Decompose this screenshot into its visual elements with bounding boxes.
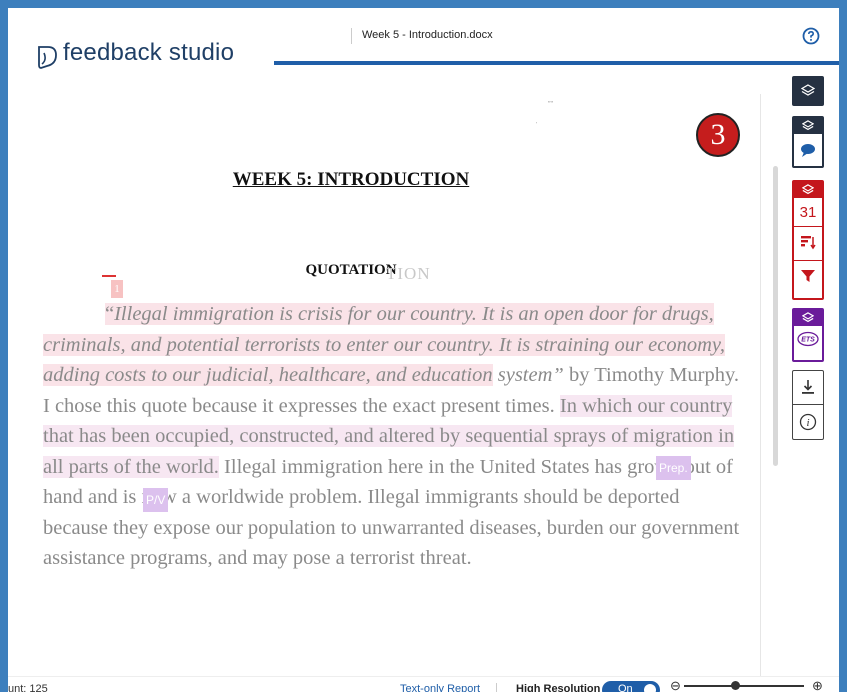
feedback-layer-group — [792, 116, 824, 168]
divider — [793, 404, 823, 405]
svg-text:ETS: ETS — [801, 337, 815, 344]
high-resolution-label: High Resolution — [516, 683, 601, 692]
side-toolbar: 31 ETS i — [785, 70, 839, 676]
match-open-quote: “ — [105, 303, 115, 325]
similarity-count[interactable]: 31 — [794, 204, 822, 221]
brand-name: feedback studio — [63, 39, 235, 66]
divider — [794, 226, 822, 227]
divider — [794, 260, 822, 261]
ets-icon[interactable]: ETS — [797, 331, 819, 347]
toggle-knob — [644, 684, 656, 692]
app-window: Week 5 - Introduction.docx feedback stud… — [8, 8, 839, 692]
title-divider — [351, 28, 352, 44]
layers-icon — [802, 184, 814, 195]
match-number-marker[interactable]: 1 — [111, 280, 123, 298]
zoom-slider-handle[interactable] — [731, 681, 740, 690]
layer-cap[interactable] — [794, 118, 822, 134]
feedback-studio-logo-icon — [38, 46, 57, 69]
similarity-layer-group: 31 — [792, 180, 824, 300]
header-rule — [274, 61, 839, 65]
layer-cap[interactable] — [794, 182, 822, 198]
zoom-out-icon[interactable]: ⊖ — [670, 678, 681, 692]
status-bar: unt: 125 Text-only Report High Resolutio… — [8, 676, 839, 692]
help-circle-icon[interactable] — [802, 27, 820, 45]
zoom-in-icon[interactable]: ⊕ — [812, 678, 823, 692]
similarity-source-badge[interactable]: 3 — [696, 113, 740, 157]
toggle-label: On — [618, 683, 633, 692]
document-viewer: '''' ' 3 WEEK 5: INTRODUCTION QUOTATION … — [8, 70, 760, 676]
quote-end: system” — [492, 364, 564, 386]
faded-mark: ' — [536, 122, 538, 128]
layer-cap[interactable] — [794, 310, 822, 326]
faded-mark: '''' — [548, 100, 554, 108]
comment-icon[interactable] — [800, 142, 816, 158]
text-only-report-link[interactable]: Text-only Report — [400, 683, 480, 692]
sort-icon[interactable] — [800, 234, 816, 250]
scrollbar-thumb[interactable] — [773, 166, 778, 466]
ets-layer-group: ETS — [792, 308, 824, 362]
grammar-tag-pv[interactable]: P/V — [143, 488, 169, 512]
subheading-ghost-text: TION — [386, 264, 431, 283]
high-resolution-toggle[interactable]: On — [602, 681, 660, 692]
grammar-tag-prep[interactable]: Prep. — [656, 456, 691, 480]
document-title: Week 5 - Introduction.docx — [362, 29, 493, 41]
brand-logo[interactable]: feedback studio — [8, 30, 274, 86]
layers-icon — [801, 84, 815, 96]
layers-icon — [802, 312, 814, 323]
layers-icon — [802, 120, 814, 131]
match-marker-line — [102, 275, 116, 277]
utility-group: i — [792, 370, 824, 440]
layers-button[interactable] — [792, 76, 824, 106]
info-icon[interactable]: i — [799, 413, 817, 431]
zoom-slider[interactable] — [684, 685, 804, 687]
document-heading: WEEK 5: INTRODUCTION — [232, 169, 470, 190]
status-divider — [496, 683, 497, 692]
document-paragraph: “Illegal immigration is crisis for our c… — [43, 299, 743, 574]
filter-icon[interactable] — [800, 268, 816, 284]
svg-text:i: i — [806, 417, 809, 429]
download-icon[interactable] — [800, 378, 816, 396]
viewer-border — [760, 94, 761, 679]
word-count: unt: 125 — [8, 683, 48, 692]
